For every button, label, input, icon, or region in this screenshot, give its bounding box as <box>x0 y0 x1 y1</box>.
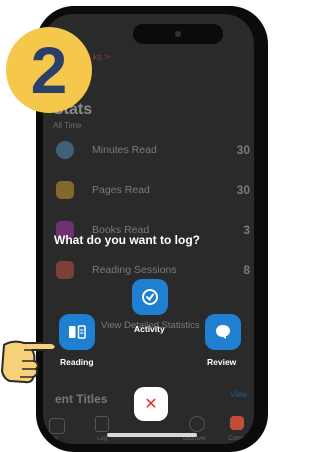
review-label: Review <box>207 357 237 367</box>
stat-row-minutes[interactable]: Minutes Read 30 <box>43 131 254 169</box>
review-button[interactable] <box>205 314 241 350</box>
view-all-link[interactable]: View <box>230 390 247 399</box>
stat-label: Pages Read <box>92 184 150 196</box>
activity-button[interactable] <box>132 279 168 315</box>
stat-label: Reading Sessions <box>92 264 177 276</box>
stat-row-pages[interactable]: Pages Read 30 <box>43 171 254 209</box>
clock-icon <box>56 141 74 159</box>
close-button[interactable]: ✕ <box>134 387 168 421</box>
stat-value: 8 <box>243 263 250 277</box>
recent-titles-heading: ent Titles <box>55 392 108 406</box>
log-prompt: What do you want to log? <box>54 233 200 247</box>
chat-bubble-icon <box>216 325 230 339</box>
calendar-icon <box>56 261 74 279</box>
home-indicator <box>107 433 197 437</box>
tab-home-label: me <box>49 436 58 442</box>
activity-label: Activity <box>134 324 165 334</box>
compass-icon[interactable] <box>189 416 205 432</box>
stat-label: Minutes Read <box>92 144 157 156</box>
book-icon <box>69 325 86 339</box>
dynamic-island <box>133 24 223 44</box>
log-icon[interactable] <box>95 416 109 432</box>
tab-community-label: Comm <box>228 436 246 442</box>
community-icon[interactable] <box>230 416 244 430</box>
stats-subtitle: All Time <box>53 121 82 130</box>
pointing-hand-icon <box>1 340 57 384</box>
camera-dot <box>175 31 181 37</box>
close-icon: ✕ <box>144 396 158 413</box>
home-icon[interactable] <box>49 418 65 434</box>
tab-log-label: Log <box>97 436 108 442</box>
stat-value: 30 <box>236 143 250 157</box>
check-circle-icon <box>142 289 158 305</box>
top-link[interactable]: ks > <box>93 52 110 62</box>
stat-value: 30 <box>236 183 250 197</box>
pages-icon <box>56 181 74 199</box>
step-badge: 2 <box>6 27 92 113</box>
